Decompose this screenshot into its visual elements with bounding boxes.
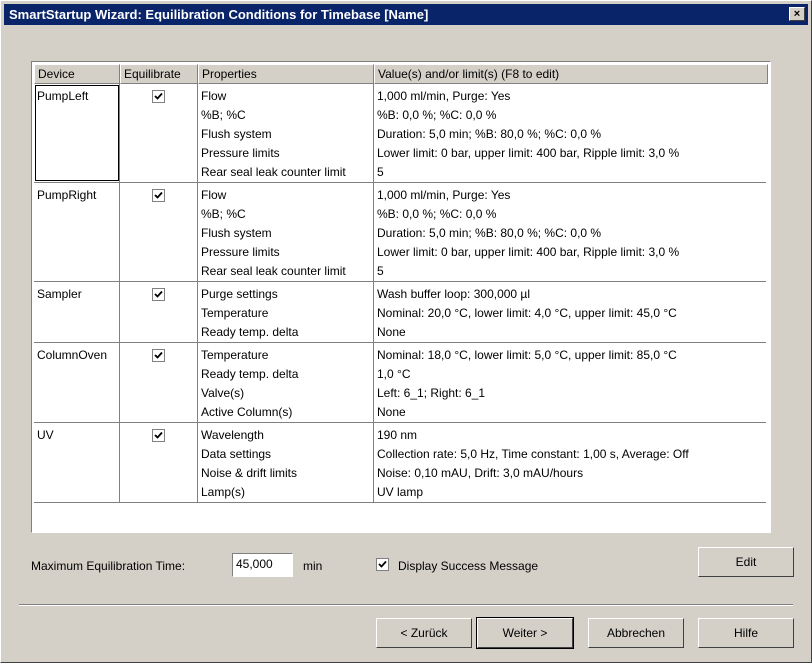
edit-button[interactable]: Edit	[698, 547, 794, 577]
wizard-window: SmartStartup Wizard: Equilibration Condi…	[0, 0, 812, 663]
property-label: Flow	[201, 89, 227, 103]
equilibrate-cell	[120, 343, 198, 422]
value-text: UV lamp	[377, 485, 424, 499]
cancel-button[interactable]: Abbrechen	[588, 618, 684, 648]
value-text: %B: 0,0 %; %C: 0,0 %	[377, 108, 497, 122]
table-row[interactable]: ColumnOven Temperature Ready temp. delta Va…	[34, 343, 766, 423]
column-header-equilibrate[interactable]: Equilibrate	[120, 64, 198, 84]
close-button[interactable]: ×	[789, 7, 805, 21]
property-label: %B; %C	[201, 108, 246, 122]
equilibrate-cell	[120, 183, 198, 281]
value-text: 190 nm	[377, 428, 418, 442]
next-button[interactable]: Weiter >	[476, 617, 574, 649]
property-label: Wavelength	[201, 428, 264, 442]
property-label: Rear seal leak counter limit	[201, 264, 346, 278]
value-text: Collection rate: 5,0 Hz, Time constant: …	[377, 447, 689, 461]
column-header-device[interactable]: Device	[34, 64, 120, 84]
value-text: 1,0 °C	[377, 367, 411, 381]
separator	[19, 604, 793, 606]
window-title: SmartStartup Wizard: Equilibration Condi…	[9, 7, 429, 22]
values-cell[interactable]: 190 nm Collection rate: 5,0 Hz, Time cons…	[374, 423, 766, 502]
property-label: Active Column(s)	[201, 405, 293, 419]
display-success-label: Display Success Message	[398, 559, 539, 573]
property-label: Flush system	[201, 226, 272, 240]
value-text: Nominal: 18,0 °C, lower limit: 5,0 °C, u…	[377, 348, 677, 362]
properties-cell[interactable]: Flow %B; %C Flush system Pressure limits Rea…	[198, 84, 374, 182]
check-icon	[154, 191, 163, 199]
values-cell[interactable]: Nominal: 18,0 °C, lower limit: 5,0 °C, u…	[374, 343, 766, 422]
value-text: Left: 6_1; Right: 6_1	[377, 386, 486, 400]
properties-cell[interactable]: Purge settings Temperature Ready temp. del…	[198, 282, 374, 342]
property-label: Flow	[201, 188, 227, 202]
column-header-properties[interactable]: Properties	[198, 64, 374, 84]
value-text: None	[377, 325, 406, 339]
value-text: %B: 0,0 %; %C: 0,0 %	[377, 207, 497, 221]
device-cell[interactable]: ColumnOven	[34, 343, 120, 422]
column-header-values[interactable]: Value(s) and/or limit(s) (F8 to edit)	[374, 64, 768, 84]
device-cell[interactable]: Sampler	[34, 282, 120, 342]
max-time-unit: min	[303, 559, 323, 573]
value-text: Lower limit: 0 bar, upper limit: 400 bar…	[377, 245, 680, 259]
property-label: Lamp(s)	[201, 485, 246, 499]
property-label: Data settings	[201, 447, 272, 461]
values-cell[interactable]: 1,000 ml/min, Purge: Yes %B: 0,0 %; %C: 0…	[374, 84, 766, 182]
equilibrate-checkbox[interactable]	[152, 349, 165, 362]
value-text: Nominal: 20,0 °C, lower limit: 4,0 °C, u…	[377, 306, 677, 320]
property-label: Pressure limits	[201, 245, 280, 259]
property-label: Temperature	[201, 348, 269, 362]
value-text: Duration: 5,0 min; %B: 80,0 %; %C: 0,0 %	[377, 226, 602, 240]
property-label: Rear seal leak counter limit	[201, 165, 346, 179]
device-table[interactable]: Device Equilibrate Properties Value(s) a…	[31, 61, 771, 533]
property-label: Purge settings	[201, 287, 278, 301]
property-label: Pressure limits	[201, 146, 280, 160]
equilibrate-cell	[120, 423, 198, 502]
property-label: Flush system	[201, 127, 272, 141]
max-time-input[interactable]: 45,000	[232, 553, 293, 577]
equilibrate-checkbox[interactable]	[152, 189, 165, 202]
value-text: 5	[377, 165, 384, 179]
check-icon	[154, 351, 163, 359]
equilibrate-checkbox[interactable]	[152, 90, 165, 103]
property-label: Temperature	[201, 306, 269, 320]
equilibrate-checkbox[interactable]	[152, 429, 165, 442]
back-button[interactable]: < Zurück	[376, 618, 472, 648]
properties-cell[interactable]: Flow %B; %C Flush system Pressure limits Rea…	[198, 183, 374, 281]
device-cell[interactable]: PumpRight	[34, 183, 120, 281]
equilibrate-cell	[120, 84, 198, 182]
properties-cell[interactable]: Wavelength Data settings Noise & drift lim…	[198, 423, 374, 502]
value-text: 1,000 ml/min, Purge: Yes	[377, 89, 511, 103]
help-button[interactable]: Hilfe	[698, 618, 794, 648]
property-label: Ready temp. delta	[201, 325, 299, 339]
properties-cell[interactable]: Temperature Ready temp. delta Valve(s) Acti…	[198, 343, 374, 422]
title-bar: SmartStartup Wizard: Equilibration Condi…	[4, 4, 808, 25]
property-label: Valve(s)	[201, 386, 245, 400]
table-row[interactable]: PumpRight Flow %B; %C Flush system Pressure …	[34, 183, 766, 282]
value-text: 1,000 ml/min, Purge: Yes	[377, 188, 511, 202]
value-text: Duration: 5,0 min; %B: 80,0 %; %C: 0,0 %	[377, 127, 602, 141]
value-text: None	[377, 405, 406, 419]
value-text: 5	[377, 264, 384, 278]
table-row[interactable]: PumpLeft Flow %B; %C Flush system Pressure l…	[34, 84, 766, 183]
values-cell[interactable]: 1,000 ml/min, Purge: Yes %B: 0,0 %; %C: 0…	[374, 183, 766, 281]
max-time-label: Maximum Equilibration Time:	[31, 559, 186, 573]
values-cell[interactable]: Wash buffer loop: 300,000 µl Nominal: 20,…	[374, 282, 766, 342]
device-cell[interactable]: PumpLeft	[34, 84, 120, 182]
check-icon	[154, 290, 163, 298]
table-row[interactable]: UV Wavelength Data settings Noise & drift l…	[34, 423, 766, 503]
check-icon	[154, 92, 163, 100]
device-cell[interactable]: UV	[34, 423, 120, 502]
property-label: Noise & drift limits	[201, 466, 298, 480]
display-success-checkbox[interactable]	[376, 558, 389, 571]
property-label: %B; %C	[201, 207, 246, 221]
check-icon	[154, 431, 163, 439]
table-body: PumpLeft Flow %B; %C Flush system Pressure l…	[34, 84, 766, 503]
equilibrate-cell	[120, 282, 198, 342]
table-row[interactable]: Sampler Purge settings Temperature Ready te…	[34, 282, 766, 343]
equilibrate-checkbox[interactable]	[152, 288, 165, 301]
value-text: Wash buffer loop: 300,000 µl	[377, 287, 531, 301]
property-label: Ready temp. delta	[201, 367, 299, 381]
value-text: Noise: 0,10 mAU, Drift: 3,0 mAU/hours	[377, 466, 584, 480]
check-icon	[378, 560, 387, 568]
value-text: Lower limit: 0 bar, upper limit: 400 bar…	[377, 146, 680, 160]
